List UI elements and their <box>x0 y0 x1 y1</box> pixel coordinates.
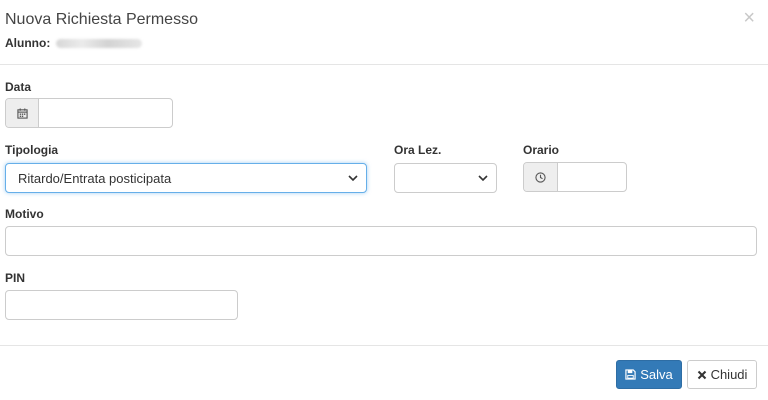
close-button[interactable]: Chiudi <box>687 360 757 389</box>
lesson-hour-label: Ora Lez. <box>394 143 442 157</box>
student-label: Alunno: <box>5 36 51 50</box>
date-label: Data <box>5 80 32 94</box>
close-x-button[interactable]: × <box>743 8 755 28</box>
close-icon: × <box>743 7 755 29</box>
footer-divider <box>0 345 768 346</box>
save-button-label: Salva <box>640 367 673 382</box>
lesson-hour-select[interactable] <box>394 163 497 193</box>
clock-icon <box>535 171 546 183</box>
times-icon <box>697 370 706 379</box>
permission-request-dialog: Nuova Richiesta Permesso Alunno: × Data … <box>0 0 768 400</box>
chevron-down-icon <box>478 175 488 182</box>
save-button[interactable]: Salva <box>616 360 682 389</box>
date-addon[interactable] <box>6 99 39 127</box>
close-button-label: Chiudi <box>710 367 748 382</box>
calendar-icon <box>16 107 28 119</box>
type-label: Tipologia <box>5 143 59 157</box>
floppy-disk-icon <box>625 369 636 380</box>
student-line: Alunno: <box>5 36 143 50</box>
time-label: Orario <box>523 143 560 157</box>
date-input-group[interactable] <box>5 98 173 128</box>
type-select[interactable]: Ritardo/Entrata posticipata <box>5 163 367 193</box>
type-selected-value: Ritardo/Entrata posticipata <box>18 171 172 186</box>
student-name-redacted <box>56 39 143 49</box>
time-input-group[interactable] <box>523 162 627 192</box>
pin-label: PIN <box>5 271 26 285</box>
time-addon[interactable] <box>524 163 558 191</box>
chevron-down-icon <box>348 175 358 182</box>
pin-input[interactable] <box>5 290 238 320</box>
dialog-title: Nuova Richiesta Permesso <box>5 11 198 28</box>
reason-label: Motivo <box>5 207 44 221</box>
reason-input[interactable] <box>5 226 757 256</box>
dialog-header: Nuova Richiesta Permesso Alunno: × <box>0 0 768 65</box>
